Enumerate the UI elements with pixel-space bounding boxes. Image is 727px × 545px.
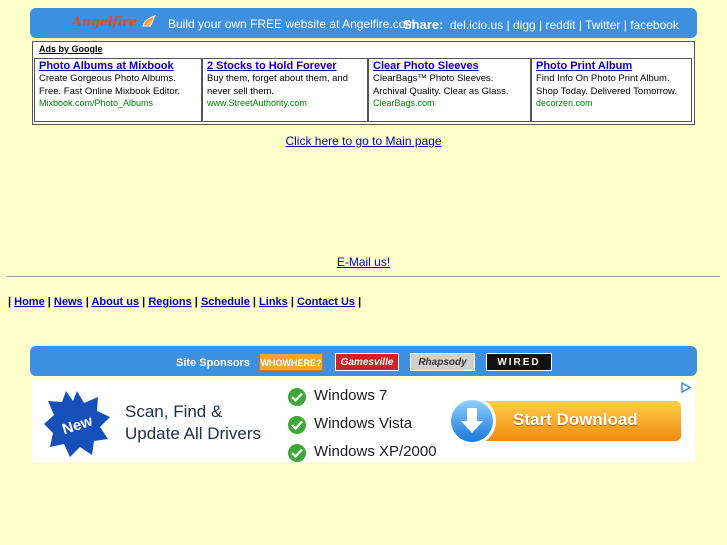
ad-title-link[interactable]: 2 Stocks to Hold Forever — [207, 60, 363, 72]
new-badge-icon: New — [44, 391, 110, 457]
nav-home-link[interactable]: Home — [14, 296, 45, 308]
checkmark-icon — [288, 416, 306, 434]
wired-logo[interactable]: WIRED — [486, 353, 552, 371]
nav-about-link[interactable]: About us — [91, 296, 139, 308]
share-digg-link[interactable]: digg — [513, 18, 536, 32]
ad-description: Find Info On Photo Print Album. Shop Tod… — [536, 73, 677, 97]
start-download-button[interactable]: Start Download — [447, 396, 683, 446]
banner-line-2: Update All Drivers — [125, 424, 262, 443]
angelfire-logo[interactable]: Angelfire — [72, 15, 137, 30]
angelfire-top-bar: Angelfire Build your own FREE website at… — [30, 8, 697, 38]
share-separator: | — [503, 18, 513, 32]
share-section: Share: del.icio.us | digg | reddit | Twi… — [403, 17, 679, 32]
nav-links-link[interactable]: Links — [259, 296, 288, 308]
divider — [7, 276, 720, 278]
nav-news-link[interactable]: News — [54, 296, 83, 308]
ad-url[interactable]: www.StreetAuthority.com — [207, 98, 363, 108]
ad-title-link[interactable]: Clear Photo Sleeves — [373, 60, 526, 72]
nav-regions-link[interactable]: Regions — [148, 296, 191, 308]
site-sponsors-label: Site Sponsors — [176, 357, 250, 369]
ad-title-link[interactable]: Photo Print Album — [536, 60, 687, 72]
ad-unit[interactable]: Photo Albums at Mixbook Create Gorgeous … — [34, 58, 202, 122]
gamesville-logo[interactable]: Gamesville — [335, 353, 399, 371]
share-reddit-link[interactable]: reddit — [545, 18, 575, 32]
rhapsody-logo[interactable]: Rhapsody — [410, 353, 475, 371]
email-link[interactable]: E-Mail us! — [337, 255, 390, 269]
share-label: Share: — [403, 17, 444, 32]
ad-url[interactable]: Mixbook.com/Photo_Albums — [39, 98, 197, 108]
ad-unit[interactable]: Photo Print Album Find Info On Photo Pri… — [531, 58, 692, 122]
email-link-row: E-Mail us! — [0, 255, 727, 269]
checkmark-icon — [288, 388, 306, 406]
ad-url[interactable]: decorzen.com — [536, 98, 687, 108]
ad-unit[interactable]: Clear Photo Sleeves ClearBags™ Photo Sle… — [368, 58, 531, 122]
ad-description: ClearBags™ Photo Sleeves. Archival Quali… — [373, 73, 509, 97]
ad-title-link[interactable]: Photo Albums at Mixbook — [39, 60, 197, 72]
adchoices-icon[interactable] — [681, 382, 691, 393]
whowhere-logo[interactable]: WHOWHERE? — [259, 353, 323, 371]
os-label: Windows Vista — [314, 415, 413, 432]
share-delicious-link[interactable]: del.icio.us — [450, 18, 503, 32]
footer-nav: | Home | News | About us | Regions | Sch… — [8, 296, 362, 308]
os-label: Windows XP/2000 — [314, 443, 437, 460]
ad-url[interactable]: ClearBags.com — [373, 98, 526, 108]
flame-icon — [142, 15, 157, 27]
ad-description: Create Gorgeous Photo Albums. Free. Fast… — [39, 73, 180, 97]
ads-by-google-label[interactable]: Ads by Google — [39, 44, 103, 54]
os-label: Windows 7 — [314, 387, 388, 404]
driver-ad-banner[interactable]: New Scan, Find & Update All Drivers Wind… — [32, 380, 695, 462]
ad-description: Buy them, forget about them, and never s… — [207, 73, 349, 97]
main-page-link-row: Click here to go to Main page — [0, 134, 727, 148]
nav-schedule-link[interactable]: Schedule — [201, 296, 250, 308]
main-page-link[interactable]: Click here to go to Main page — [285, 134, 441, 148]
banner-line-1: Scan, Find & — [125, 402, 223, 421]
banner-headline: Scan, Find & Update All Drivers — [125, 401, 261, 445]
ad-unit[interactable]: 2 Stocks to Hold Forever Buy them, forge… — [202, 58, 368, 122]
start-download-label: Start Download — [513, 410, 638, 429]
nav-contact-link[interactable]: Contact Us — [297, 296, 355, 308]
share-separator: | — [575, 18, 586, 32]
site-sponsors-bar: Site Sponsors WHOWHERE? Gamesville Rhaps… — [30, 346, 697, 376]
share-separator: | — [620, 18, 631, 32]
share-facebook-link[interactable]: facebook — [630, 18, 679, 32]
google-ads-box: Ads by Google Photo Albums at Mixbook Cr… — [32, 41, 695, 125]
build-website-link[interactable]: Build your own FREE website at Angelfire… — [168, 17, 415, 31]
share-separator: | — [535, 18, 546, 32]
checkmark-icon — [288, 444, 306, 462]
share-twitter-link[interactable]: Twitter — [585, 18, 620, 32]
